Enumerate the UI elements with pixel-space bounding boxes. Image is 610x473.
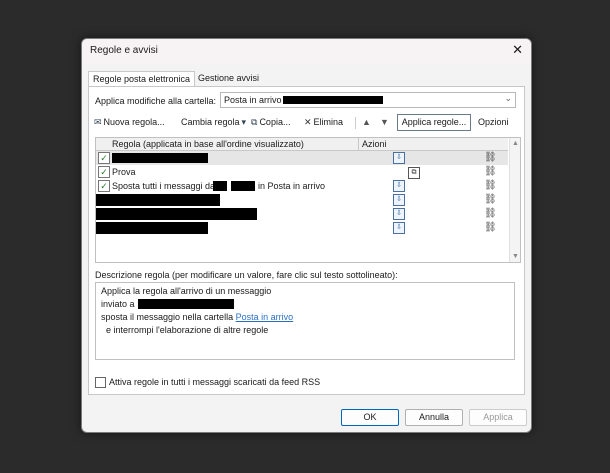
email-rules-panel: Applica modifiche alla cartella: Posta i… — [88, 86, 525, 395]
desc-line-condition: Applica la regola all'arrivo di un messa… — [101, 286, 272, 296]
apply-to-folder-label: Applica modifiche alla cartella: — [95, 96, 217, 106]
rule-chain-icon: ⛓ — [484, 152, 497, 163]
cancel-button[interactable]: Annulla — [405, 409, 463, 426]
desc-sent-to-text: inviato a — [101, 299, 135, 309]
rules-toolbar: ✉ Nuova regola... Cambia regola ▾ ⧉ Copia..… — [94, 114, 519, 132]
delete-label: Elimina — [313, 117, 344, 127]
copy-label: Copia... — [259, 117, 291, 127]
dropdown-arrow-icon: ▾ — [241, 117, 247, 127]
column-header-rule[interactable]: Regola (applicata in base all'ordine vis… — [112, 139, 304, 149]
rules-list-scrollbar[interactable]: ▲ ▼ — [509, 138, 520, 262]
dialog-title: Regole e avvisi — [90, 45, 158, 56]
rule-row[interactable]: ✓ ⇩ ⛓ — [96, 151, 508, 165]
rule-chain-icon: ⛓ — [484, 194, 497, 205]
rules-list-header: Regola (applicata in base all'ordine vis… — [96, 138, 508, 151]
chevron-down-icon: ⌄ — [504, 93, 512, 103]
desc-move-text: sposta il messaggio nella cartella — [101, 312, 234, 322]
redacted-block — [112, 153, 208, 163]
rule-name-prefix: Sposta tutti i messaggi da — [112, 181, 216, 191]
delete-icon: ✕ — [304, 117, 312, 127]
delete-rule-button[interactable]: ✕ Elimina — [304, 117, 343, 128]
column-divider — [358, 138, 359, 150]
new-rule-icon: ✉ — [94, 117, 102, 127]
scroll-down-icon[interactable]: ▼ — [512, 253, 519, 260]
options-button[interactable]: Opzioni — [478, 117, 509, 127]
move-to-folder-icon: ⇩ — [393, 194, 405, 206]
title-bar: Regole e avvisi ✕ — [82, 39, 531, 63]
move-to-folder-icon: ⇩ — [393, 180, 405, 192]
change-rule-label: Cambia regola — [181, 117, 240, 127]
rule-row[interactable]: ⇩ ⛓ — [96, 221, 508, 235]
apply-rules-button[interactable]: Applica regole... — [397, 114, 471, 131]
rules-alerts-dialog: Regole e avvisi ✕ Regole posta elettroni… — [81, 38, 532, 433]
rule-chain-icon: ⛓ — [484, 208, 497, 219]
redacted-block — [96, 222, 208, 234]
rule-description-label: Descrizione regola (per modificare un va… — [95, 270, 398, 280]
redacted-block — [96, 208, 257, 220]
rule-chain-icon: ⛓ — [484, 180, 497, 191]
folder-select[interactable]: Posta in arrivo ⌄ — [220, 92, 516, 108]
desc-folder-link[interactable]: Posta in arrivo — [236, 312, 294, 322]
rule-row[interactable]: ⇩ ⛓ — [96, 193, 508, 207]
folder-select-value: Posta in arrivo — [224, 95, 282, 105]
rule-chain-icon: ⛓ — [484, 166, 497, 177]
redacted-block — [231, 181, 255, 191]
rss-rules-option[interactable]: Attiva regole in tutti i messaggi scaric… — [95, 377, 321, 389]
desc-line-move: sposta il messaggio nella cartella Posta… — [101, 312, 293, 322]
rule-row[interactable]: ⇩ ⛓ — [96, 207, 508, 221]
move-to-folder-icon: ⇩ — [393, 222, 405, 234]
move-to-folder-icon: ⇩ — [393, 208, 405, 220]
rule-name-suffix: in Posta in arrivo — [258, 181, 326, 191]
close-icon[interactable]: ✕ — [512, 43, 523, 57]
rule-enabled-checkbox[interactable]: ✓ — [98, 152, 110, 164]
new-rule-button[interactable]: ✉ Nuova regola... — [94, 117, 165, 128]
rule-row[interactable]: ✓ Prova ⧉ ⛓ — [96, 165, 508, 179]
scroll-up-icon[interactable]: ▲ — [512, 140, 519, 147]
copy-icon: ⧉ — [251, 117, 258, 127]
desc-line-stop: e interrompi l'elaborazione di altre reg… — [106, 325, 269, 335]
rule-description-box: Applica la regola all'arrivo di un messa… — [95, 282, 515, 360]
rules-list[interactable]: Regola (applicata in base all'ordine vis… — [95, 137, 521, 263]
rule-chain-icon: ⛓ — [484, 222, 497, 233]
move-to-folder-icon: ⇩ — [393, 152, 405, 164]
rss-rules-label: Attiva regole in tutti i messaggi scaric… — [109, 377, 321, 387]
column-header-actions[interactable]: Azioni — [362, 139, 387, 149]
apply-button[interactable]: Applica — [469, 409, 527, 426]
move-up-icon[interactable]: ▲ — [362, 117, 371, 127]
tab-manage-alerts[interactable]: Gestione avvisi — [194, 71, 263, 87]
copy-to-folder-icon: ⧉ — [408, 167, 420, 179]
redacted-block — [283, 96, 383, 104]
ok-button[interactable]: OK — [341, 409, 399, 426]
change-rule-button[interactable]: Cambia regola ▾ — [181, 117, 248, 128]
redacted-block[interactable] — [138, 299, 234, 309]
redacted-block — [96, 194, 220, 206]
copy-rule-button[interactable]: ⧉ Copia... — [251, 117, 290, 128]
redacted-block — [213, 181, 227, 191]
desc-line-sent-to: inviato a — [101, 299, 135, 309]
toolbar-separator — [355, 117, 356, 129]
rule-name: Sposta tutti i messaggi da — [112, 181, 215, 191]
rule-name: Prova — [112, 167, 136, 177]
rule-enabled-checkbox[interactable]: ✓ — [98, 180, 110, 192]
rule-row[interactable]: ✓ Sposta tutti i messaggi da in Posta in… — [96, 179, 508, 193]
move-down-icon[interactable]: ▼ — [380, 117, 389, 127]
rss-rules-checkbox[interactable] — [95, 377, 106, 389]
rule-enabled-checkbox[interactable]: ✓ — [98, 166, 110, 178]
new-rule-label: Nuova regola... — [103, 117, 165, 127]
